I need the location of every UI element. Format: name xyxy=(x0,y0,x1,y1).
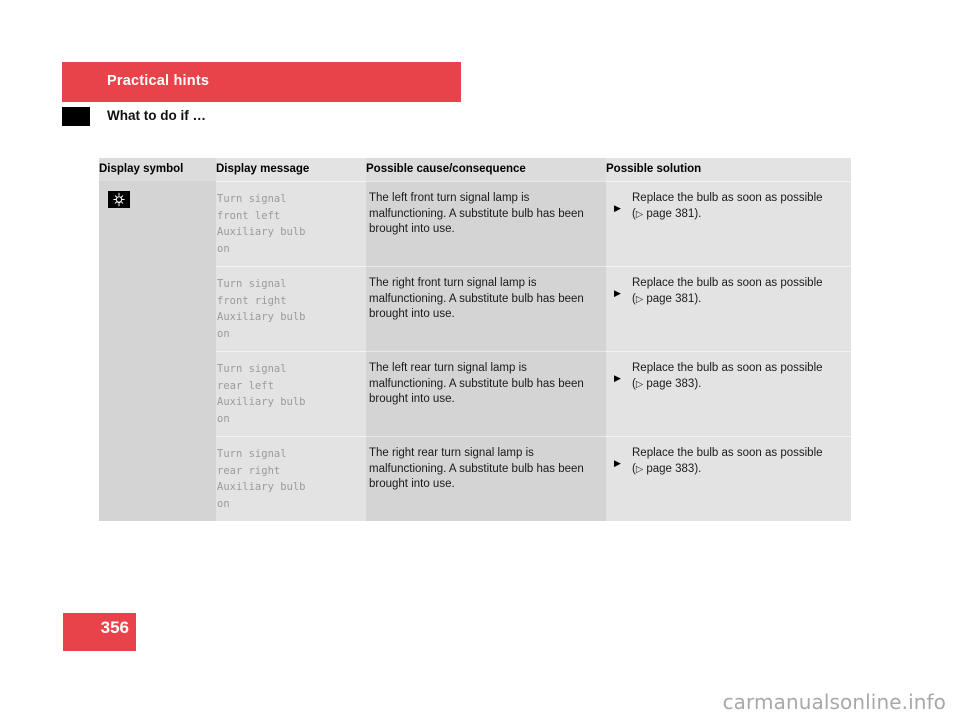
table-row: Turn signal rear right Auxiliary bulb on… xyxy=(99,436,851,521)
column-header-display-message: Display message xyxy=(216,158,366,181)
solution-bullet-icon: ▶ xyxy=(614,203,621,213)
chapter-header-bar: Practical hints xyxy=(62,62,461,102)
page-cross-reference[interactable]: (▷ page 383). xyxy=(632,463,701,475)
page-cross-reference[interactable]: (▷ page 381). xyxy=(632,293,701,305)
solution-instruction-text: Replace the bulb as soon as possible xyxy=(632,192,823,204)
possible-cause-text: The left front turn signal lamp is malfu… xyxy=(369,192,584,235)
cell-possible-solution: ▶ Replace the bulb as soon as possible (▷… xyxy=(606,351,851,436)
reference-page-text: page 381). xyxy=(643,292,702,305)
cell-display-message: Turn signal rear right Auxiliary bulb on xyxy=(216,436,366,521)
table-body: Turn signal front left Auxiliary bulb on… xyxy=(99,181,851,521)
solution-instruction-text: Replace the bulb as soon as possible xyxy=(632,277,823,289)
possible-solution-text: ▶ Replace the bulb as soon as possible (▷… xyxy=(606,276,851,307)
cell-possible-cause: The right rear turn signal lamp is malfu… xyxy=(366,436,606,521)
cell-display-message: Turn signal front right Auxiliary bulb o… xyxy=(216,266,366,351)
cell-possible-cause: The right front turn signal lamp is malf… xyxy=(366,266,606,351)
possible-cause-text: The right front turn signal lamp is malf… xyxy=(369,277,584,320)
column-header-possible-cause: Possible cause/consequence xyxy=(366,158,606,181)
cell-possible-solution: ▶ Replace the bulb as soon as possible (▷… xyxy=(606,436,851,521)
section-marker-block xyxy=(62,107,90,126)
solution-bullet-icon: ▶ xyxy=(614,458,621,468)
cell-display-message: Turn signal front left Auxiliary bulb on xyxy=(216,181,366,266)
troubleshooting-table: Display symbol Display message Possible … xyxy=(99,158,851,521)
table-row: Turn signal front left Auxiliary bulb on… xyxy=(99,181,851,266)
possible-solution-text: ▶ Replace the bulb as soon as possible (▷… xyxy=(606,361,851,392)
site-watermark: carmanualsonline.info xyxy=(722,690,946,714)
column-header-possible-solution: Possible solution xyxy=(606,158,851,181)
cell-possible-solution: ▶ Replace the bulb as soon as possible (▷… xyxy=(606,266,851,351)
solution-instruction-text: Replace the bulb as soon as possible xyxy=(632,447,823,459)
solution-bullet-icon: ▶ xyxy=(614,373,621,383)
reference-page-text: page 383). xyxy=(643,462,702,475)
possible-solution-text: ▶ Replace the bulb as soon as possible (▷… xyxy=(606,191,851,222)
possible-solution-text: ▶ Replace the bulb as soon as possible (▷… xyxy=(606,446,851,477)
cell-possible-cause: The left rear turn signal lamp is malfun… xyxy=(366,351,606,436)
cell-display-symbol xyxy=(99,181,216,266)
turn-signal-bulb-icon xyxy=(108,191,130,208)
solution-bullet-icon: ▶ xyxy=(614,288,621,298)
section-heading: What to do if … xyxy=(62,107,461,127)
table-row: Turn signal front right Auxiliary bulb o… xyxy=(99,266,851,351)
cell-display-message: Turn signal rear left Auxiliary bulb on xyxy=(216,351,366,436)
cell-display-symbol xyxy=(99,351,216,436)
display-message-text: Turn signal front left Auxiliary bulb on xyxy=(217,193,306,255)
possible-cause-text: The right rear turn signal lamp is malfu… xyxy=(369,447,584,490)
chapter-title: Practical hints xyxy=(107,73,210,89)
cell-possible-solution: ▶ Replace the bulb as soon as possible (▷… xyxy=(606,181,851,266)
page-number-box: 356 xyxy=(63,613,136,651)
reference-page-text: page 383). xyxy=(643,377,702,390)
reference-page-text: page 381). xyxy=(643,207,702,220)
cell-display-symbol xyxy=(99,266,216,351)
display-message-text: Turn signal rear right Auxiliary bulb on xyxy=(217,448,306,510)
display-message-text: Turn signal front right Auxiliary bulb o… xyxy=(217,278,306,340)
display-message-text: Turn signal rear left Auxiliary bulb on xyxy=(217,363,306,425)
table-row: Turn signal rear left Auxiliary bulb on T… xyxy=(99,351,851,436)
section-title: What to do if … xyxy=(107,108,206,123)
page-cross-reference[interactable]: (▷ page 381). xyxy=(632,208,701,220)
page-number: 356 xyxy=(100,618,129,637)
solution-instruction-text: Replace the bulb as soon as possible xyxy=(632,362,823,374)
page-cross-reference[interactable]: (▷ page 383). xyxy=(632,378,701,390)
cell-display-symbol xyxy=(99,436,216,521)
possible-cause-text: The left rear turn signal lamp is malfun… xyxy=(369,362,584,405)
column-header-display-symbol: Display symbol xyxy=(99,158,216,181)
cell-possible-cause: The left front turn signal lamp is malfu… xyxy=(366,181,606,266)
table-header-row: Display symbol Display message Possible … xyxy=(99,158,851,181)
